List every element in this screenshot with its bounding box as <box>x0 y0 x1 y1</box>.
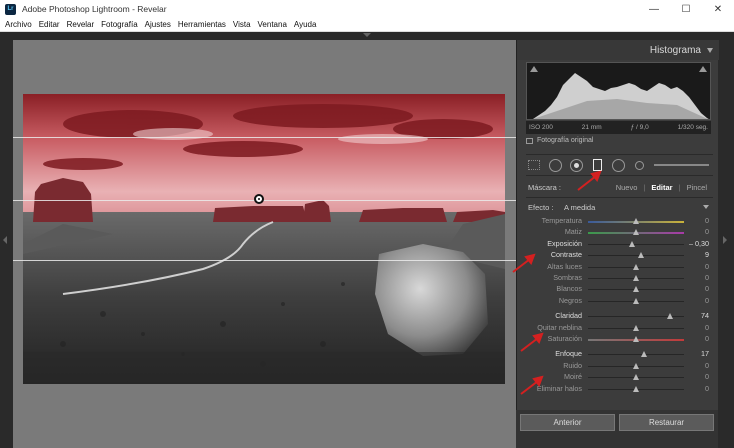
arrow-to-clarity <box>520 337 539 352</box>
arrow-to-exposure <box>512 258 531 273</box>
arrow-to-sharpness <box>520 380 539 395</box>
arrow-to-graduated-tool <box>577 175 597 191</box>
annotation-arrows <box>512 170 602 395</box>
